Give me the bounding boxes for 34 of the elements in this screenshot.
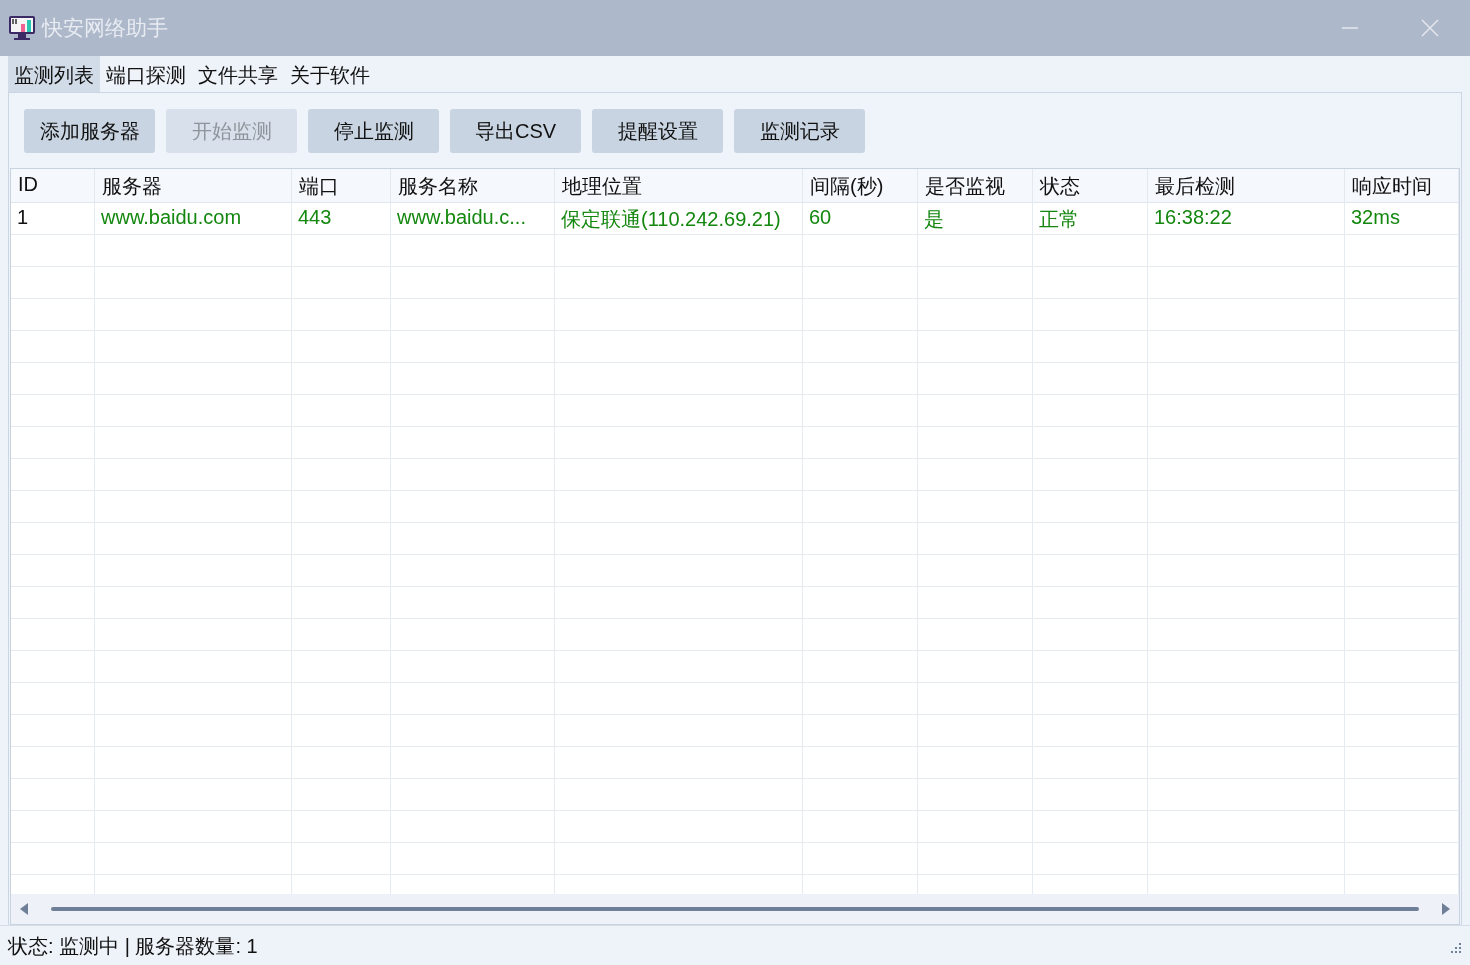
column-header[interactable]: 最后检测 (1148, 169, 1345, 203)
toolbar-button[interactable]: 停止监测 (308, 109, 439, 153)
column-header[interactable]: 是否监视 (918, 169, 1033, 203)
column-header[interactable]: 服务器 (95, 169, 292, 203)
table-cell: 保定联通(110.242.69.21) (555, 203, 803, 235)
column-header[interactable]: 状态 (1033, 169, 1148, 203)
tab[interactable]: 监测列表 (8, 56, 100, 92)
table-cell: www.baidu.com (95, 203, 292, 235)
column-header[interactable]: 服务名称 (391, 169, 555, 203)
toolbar-button[interactable]: 添加服务器 (24, 109, 155, 153)
table-cell: www.baidu.c... (391, 203, 555, 235)
toolbar-button[interactable]: 提醒设置 (592, 109, 723, 153)
tab[interactable]: 关于软件 (284, 56, 376, 92)
scrollbar-thumb[interactable] (51, 907, 1419, 911)
tab[interactable]: 端口探测 (100, 56, 192, 92)
table-cell: 正常 (1033, 203, 1148, 235)
column-header[interactable]: 端口 (292, 169, 391, 203)
monitor-chart-icon (8, 15, 36, 41)
table-cell: 32ms (1345, 203, 1459, 235)
table-cell: 443 (292, 203, 391, 235)
table-cell: 是 (918, 203, 1033, 235)
status-text: 状态: 监测中 | 服务器数量: 1 (8, 934, 259, 959)
window-title: 快安网络助手 (42, 15, 169, 41)
toolbar-button[interactable]: 监测记录 (734, 109, 865, 153)
table-cell: 60 (803, 203, 918, 235)
toolbar-button[interactable]: 导出CSV (450, 109, 581, 153)
tab[interactable]: 文件共享 (192, 56, 284, 92)
column-header[interactable]: ID (11, 169, 95, 203)
column-header[interactable]: 间隔(秒) (803, 169, 918, 203)
table-cell: 1 (11, 203, 95, 235)
column-header[interactable]: 地理位置 (555, 169, 803, 203)
column-header[interactable]: 响应时间 (1345, 169, 1459, 203)
horizontal-scrollbar[interactable] (11, 894, 1459, 924)
table-cell: 16:38:22 (1148, 203, 1345, 235)
